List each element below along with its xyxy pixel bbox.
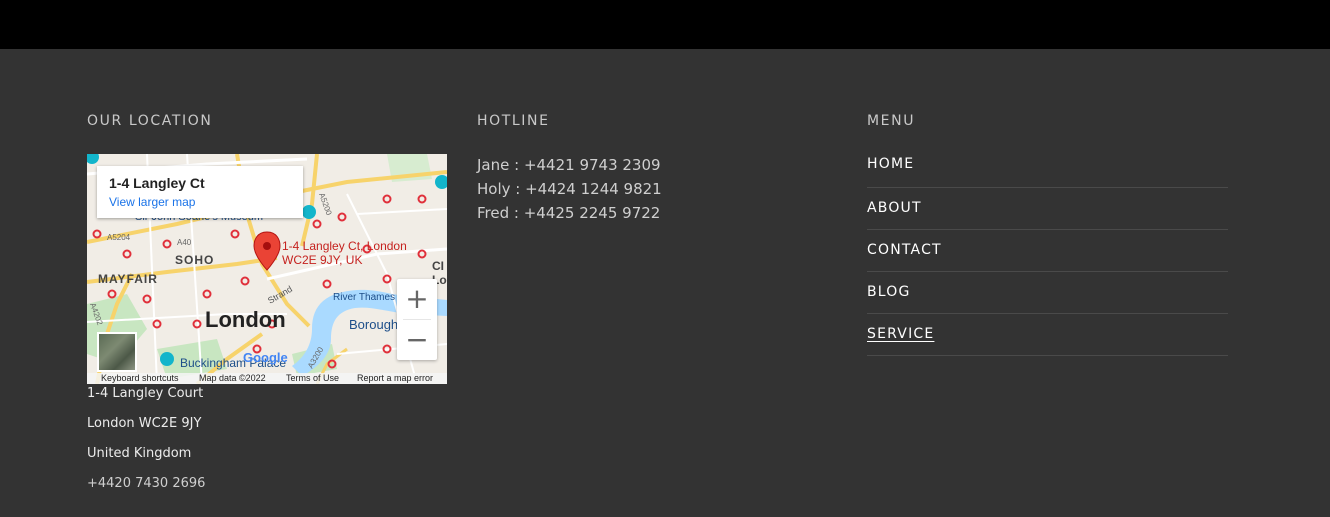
keyboard-shortcuts-link[interactable]: Keyboard shortcuts xyxy=(101,373,179,384)
address-line-3: United Kingdom xyxy=(87,446,192,461)
map-label-a5204: A5204 xyxy=(107,233,131,242)
address-line-2: London WC2E 9JY xyxy=(87,416,202,431)
map-label-river-thames: River Thames xyxy=(333,292,395,303)
satellite-toggle-button[interactable] xyxy=(97,332,137,372)
map-zoom-controls: + − xyxy=(397,279,437,360)
map-label-a40: A40 xyxy=(177,238,192,247)
report-map-error-link[interactable]: Report a map error xyxy=(357,373,433,384)
menu-divider xyxy=(867,229,1228,230)
top-bar xyxy=(0,0,1330,49)
google-logo: Google xyxy=(243,350,288,365)
menu-item-contact[interactable]: CONTACT xyxy=(867,242,942,258)
map-label-cl: CI xyxy=(432,259,444,273)
hotline-entry: Jane : +4421 9743 2309 xyxy=(477,156,661,174)
location-phone: +4420 7430 2696 xyxy=(87,476,206,491)
marker-label-line2: WC2E 9JY, UK xyxy=(282,253,362,267)
menu-divider xyxy=(867,187,1228,188)
menu-item-about[interactable]: ABOUT xyxy=(867,200,922,216)
hotline-entry: Fred : +4425 2245 9722 xyxy=(477,204,661,222)
map-data-text: Map data ©2022 xyxy=(199,373,266,383)
map-label-mayfair: MAYFAIR xyxy=(98,272,158,286)
zoom-in-button[interactable]: + xyxy=(397,279,437,319)
hotline-title: HOTLINE xyxy=(477,113,550,129)
menu-divider xyxy=(867,271,1228,272)
map-label-london: London xyxy=(205,307,286,332)
map-attribution-bar: Keyboard shortcuts Map data ©2022 Terms … xyxy=(87,373,447,384)
hotline-entry: Holy : +4424 1244 9821 xyxy=(477,180,662,198)
marker-label-line1: 1-4 Langley Ct, London xyxy=(282,239,407,253)
map-label-borough: Borough xyxy=(349,317,398,332)
address-line-1: 1-4 Langley Court xyxy=(87,386,204,401)
view-larger-map-link[interactable]: View larger map xyxy=(109,195,195,209)
map-info-title: 1-4 Langley Ct xyxy=(109,175,205,191)
location-title: OUR LOCATION xyxy=(87,113,213,129)
map-label-soho: SOHO xyxy=(175,253,214,267)
zoom-out-button[interactable]: − xyxy=(397,320,437,360)
menu-divider xyxy=(867,313,1228,314)
menu-title: MENU xyxy=(867,113,916,129)
terms-of-use-link[interactable]: Terms of Use xyxy=(286,373,339,384)
map-info-card: 1-4 Langley Ct View larger map xyxy=(97,166,303,218)
menu-item-service[interactable]: SERVICE xyxy=(867,326,934,342)
menu-item-home[interactable]: HOME xyxy=(867,156,914,172)
menu-item-blog[interactable]: BLOG xyxy=(867,284,911,300)
menu-divider xyxy=(867,355,1228,356)
